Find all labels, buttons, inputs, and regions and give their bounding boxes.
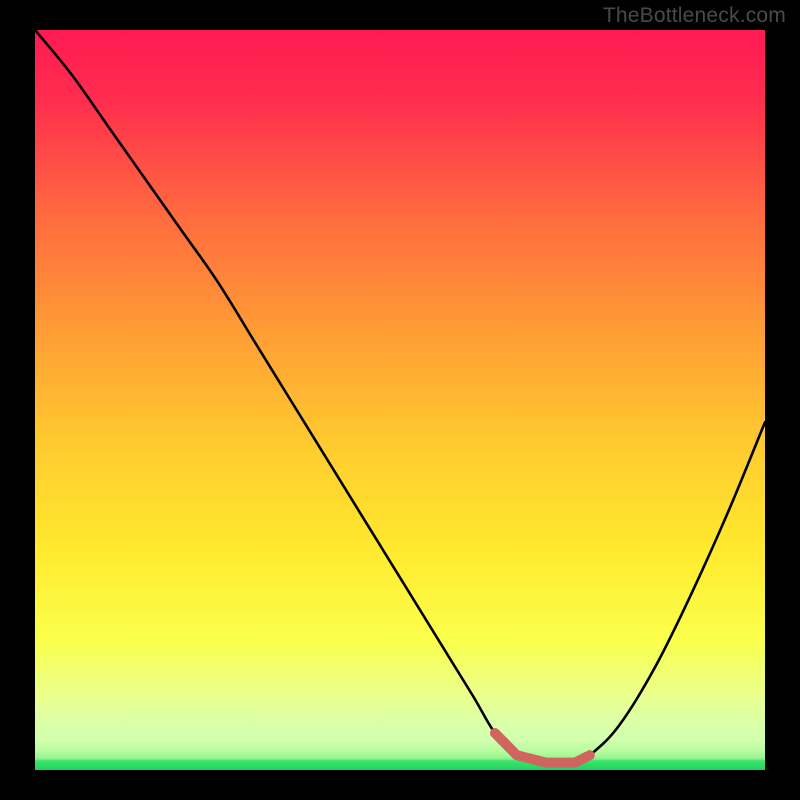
plot-area bbox=[35, 30, 765, 770]
chart-frame: TheBottleneck.com bbox=[0, 0, 800, 800]
bottleneck-curve bbox=[35, 30, 765, 770]
watermark-label: TheBottleneck.com bbox=[603, 4, 786, 28]
